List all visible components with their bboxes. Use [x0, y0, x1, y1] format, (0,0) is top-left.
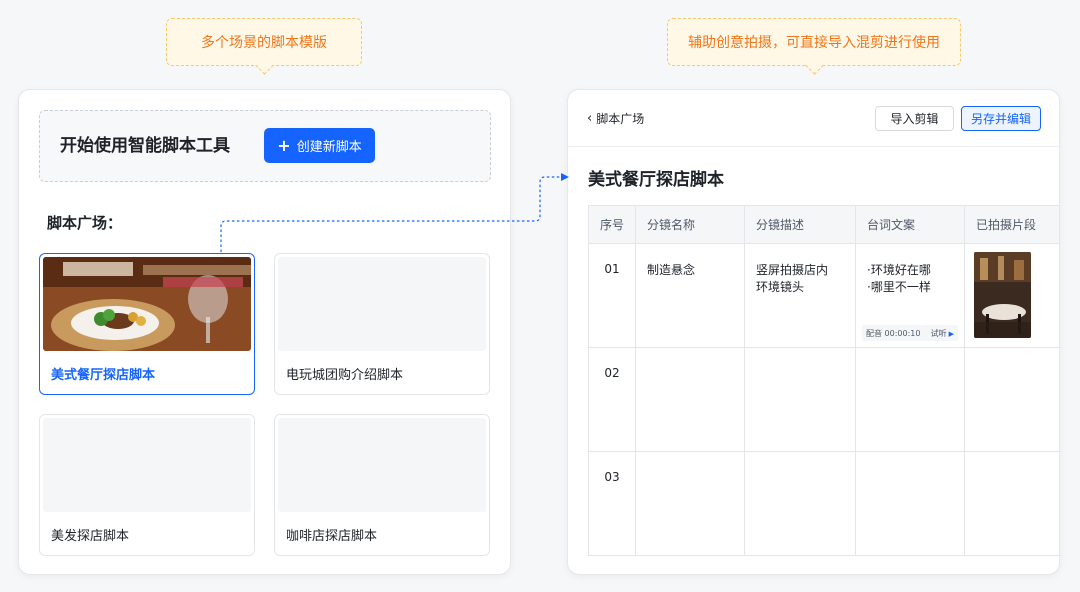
- food-photo: [43, 257, 251, 351]
- script-template-panel: 开始使用智能脚本工具 + 创建新脚本 脚本广场： 美式餐厅探店脚本 电玩城团购介…: [18, 89, 511, 575]
- listen-button[interactable]: 试听 ▶: [931, 328, 954, 339]
- voiceover-duration: 配音 00:00:10: [866, 328, 921, 338]
- shot-description[interactable]: [744, 451, 856, 556]
- template-card-arcade[interactable]: 电玩城团购介绍脚本: [274, 253, 490, 395]
- storyboard-table: 序号 分镜名称 分镜描述 台词文案 已拍摄片段 01 制造悬念 竖屏拍摄店内 环…: [588, 205, 1059, 556]
- shot-description-line: 环境镜头: [756, 280, 805, 294]
- header-shot-name: 分镜名称: [635, 205, 745, 244]
- template-card-label: 咖啡店探店脚本: [286, 529, 378, 544]
- table-row: 02: [588, 347, 1059, 452]
- clip-cell[interactable]: [964, 347, 1059, 452]
- script-square-title: 脚本广场：: [47, 214, 123, 232]
- listen-label: 试听: [930, 328, 947, 338]
- header-index: 序号: [588, 205, 636, 244]
- chevron-left-icon: ‹: [587, 111, 593, 126]
- header-lines: 台词文案: [855, 205, 965, 244]
- row-index: 02: [588, 347, 636, 452]
- card-thumbnail-placeholder: [278, 257, 486, 351]
- header-clips: 已拍摄片段: [964, 205, 1059, 244]
- row-index: 01: [588, 243, 636, 348]
- create-script-label: 创建新脚本: [296, 140, 362, 155]
- shot-description-line: 竖屏拍摄店内: [756, 263, 829, 277]
- clip-cell[interactable]: [964, 243, 1059, 348]
- table-row: 03: [588, 451, 1059, 556]
- save-and-edit-button[interactable]: 另存并编辑: [961, 106, 1041, 131]
- callout-templates-text: 多个场景的脚本模版: [201, 35, 327, 51]
- create-script-button[interactable]: + 创建新脚本: [264, 128, 375, 163]
- line-item: 哪里不一样: [867, 279, 964, 296]
- callout-shooting-aid-text: 辅助创意拍摄，可直接导入混剪进行使用: [688, 35, 940, 51]
- template-card-coffee-shop[interactable]: 咖啡店探店脚本: [274, 414, 490, 556]
- voiceover-bar: 配音 00:00:10 试听 ▶: [862, 325, 958, 341]
- table-row: 01 制造悬念 竖屏拍摄店内 环境镜头 环境好在哪 哪里不一样 配音 00:00…: [588, 243, 1059, 348]
- callout-templates: 多个场景的脚本模版: [166, 18, 362, 66]
- back-to-square-link[interactable]: ‹ 脚本广场: [587, 110, 644, 127]
- shot-name[interactable]: [635, 347, 745, 452]
- template-card-label: 美发探店脚本: [51, 529, 130, 544]
- start-banner: 开始使用智能脚本工具 + 创建新脚本: [39, 110, 491, 182]
- template-card-label: 美式餐厅探店脚本: [51, 368, 156, 383]
- card-thumbnail-placeholder: [43, 418, 251, 512]
- play-icon: ▶: [948, 329, 954, 338]
- template-card-label: 电玩城团购介绍脚本: [286, 368, 404, 383]
- shot-name[interactable]: [635, 451, 745, 556]
- script-title: 美式餐厅探店脚本: [588, 170, 724, 190]
- detail-toolbar: ‹ 脚本广场 导入剪辑 另存并编辑: [568, 90, 1059, 147]
- shot-description[interactable]: 竖屏拍摄店内 环境镜头: [744, 243, 856, 348]
- import-edit-button[interactable]: 导入剪辑: [875, 106, 954, 131]
- line-item: 环境好在哪: [867, 262, 964, 279]
- script-detail-panel: ‹ 脚本广场 导入剪辑 另存并编辑 美式餐厅探店脚本 序号 分镜名称 分镜描述 …: [567, 89, 1060, 575]
- shot-name[interactable]: 制造悬念: [635, 243, 745, 348]
- callout-shooting-aid: 辅助创意拍摄，可直接导入混剪进行使用: [667, 18, 961, 66]
- lines-cell[interactable]: [855, 451, 965, 556]
- start-title: 开始使用智能脚本工具: [60, 136, 230, 156]
- plus-icon: +: [277, 135, 291, 155]
- template-card-american-restaurant[interactable]: 美式餐厅探店脚本: [39, 253, 255, 395]
- shot-description[interactable]: [744, 347, 856, 452]
- card-thumbnail-placeholder: [278, 418, 486, 512]
- row-index: 03: [588, 451, 636, 556]
- clip-cell[interactable]: [964, 451, 1059, 556]
- restaurant-photo[interactable]: [974, 252, 1031, 338]
- header-shot-description: 分镜描述: [744, 205, 856, 244]
- lines-cell[interactable]: 环境好在哪 哪里不一样 配音 00:00:10 试听▶: [855, 243, 965, 348]
- template-card-hair-salon[interactable]: 美发探店脚本: [39, 414, 255, 556]
- lines-cell[interactable]: [855, 347, 965, 452]
- back-label: 脚本广场: [596, 112, 645, 126]
